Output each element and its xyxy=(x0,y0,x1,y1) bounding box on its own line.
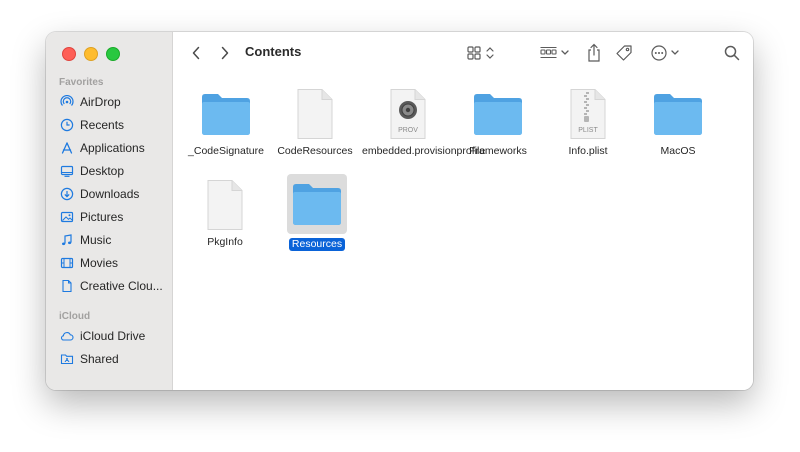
close-button[interactable] xyxy=(62,47,76,61)
file-item[interactable]: PLIST Info.plist xyxy=(543,87,633,158)
file-item-selected[interactable]: Resources xyxy=(272,174,362,251)
provisioning-profile-icon: PROV xyxy=(378,87,438,141)
toolbar: Contents xyxy=(173,32,753,74)
back-button[interactable] xyxy=(189,45,203,61)
file-item[interactable]: PROV embedded.provisionprofile xyxy=(362,87,486,158)
ellipsis-circle-icon xyxy=(651,45,679,61)
sidebar-item-desktop[interactable]: Desktop xyxy=(60,161,124,181)
sidebar-item-creative-cloud[interactable]: Creative Clou... xyxy=(60,276,163,296)
svg-text:PLIST: PLIST xyxy=(578,127,598,134)
document-icon xyxy=(285,87,345,141)
sidebar-item-recents[interactable]: Recents xyxy=(60,115,124,135)
desktop-icon xyxy=(60,164,74,178)
sidebar-item-label: AirDrop xyxy=(80,95,121,109)
favorites-header: Favorites xyxy=(59,77,104,88)
zoom-button[interactable] xyxy=(106,47,120,61)
tag-icon xyxy=(616,45,632,61)
sidebar-item-label: Pictures xyxy=(80,210,124,224)
sidebar-item-pictures[interactable]: Pictures xyxy=(60,207,123,227)
icon-grid-icon xyxy=(467,46,494,60)
sidebar-item-airdrop[interactable]: AirDrop xyxy=(60,92,121,112)
tags-button[interactable] xyxy=(614,43,634,63)
group-icon xyxy=(540,46,569,59)
cloud-icon xyxy=(60,329,74,343)
document-icon xyxy=(195,178,255,232)
file-name: embedded.provisionprofile xyxy=(362,145,486,157)
photo-icon xyxy=(60,210,74,224)
minimize-button[interactable] xyxy=(84,47,98,61)
window-title: Contents xyxy=(245,44,302,59)
icloud-header: iCloud xyxy=(59,311,91,322)
file-item[interactable]: PkgInfo xyxy=(180,178,270,249)
chevron-left-icon xyxy=(192,46,200,60)
clock-icon xyxy=(60,118,74,132)
sidebar-item-music[interactable]: Music xyxy=(60,230,111,250)
window-controls xyxy=(62,47,120,61)
airdrop-icon xyxy=(60,95,74,109)
file-name: _CodeSignature xyxy=(188,145,264,157)
shared-folder-icon xyxy=(60,352,74,366)
folder-icon xyxy=(468,87,528,141)
group-button[interactable] xyxy=(539,44,571,62)
search-button[interactable] xyxy=(722,43,742,63)
file-item[interactable]: _CodeSignature xyxy=(181,87,271,158)
view-mode-button[interactable] xyxy=(466,44,496,62)
file-item[interactable]: MacOS xyxy=(633,87,723,158)
document-icon xyxy=(60,279,74,293)
applications-icon xyxy=(60,141,74,155)
sidebar-item-label: Shared xyxy=(80,352,119,366)
file-name: PkgInfo xyxy=(207,236,243,248)
sidebar-item-label: iCloud Drive xyxy=(80,329,146,343)
sidebar-item-icloud-drive[interactable]: iCloud Drive xyxy=(60,326,145,346)
sidebar-item-applications[interactable]: Applications xyxy=(60,138,145,158)
svg-text:PROV: PROV xyxy=(398,127,418,134)
sidebar: Favorites AirDrop Recents Applications D… xyxy=(46,32,173,390)
film-icon xyxy=(60,256,74,270)
more-actions-button[interactable] xyxy=(650,43,682,63)
chevron-right-icon xyxy=(221,46,229,60)
sidebar-item-label: Movies xyxy=(80,256,119,270)
search-icon xyxy=(724,45,740,61)
file-name: Frameworks xyxy=(469,145,527,157)
music-note-icon xyxy=(60,233,74,247)
folder-icon xyxy=(287,174,347,234)
file-item[interactable]: CodeResources xyxy=(270,87,360,158)
file-name: Resources xyxy=(288,238,346,251)
share-button[interactable] xyxy=(585,42,603,64)
share-icon xyxy=(588,43,600,62)
sidebar-item-movies[interactable]: Movies xyxy=(60,253,118,273)
file-name: CodeResources xyxy=(277,145,353,157)
sidebar-item-label: Desktop xyxy=(80,164,125,178)
plist-file-icon: PLIST xyxy=(558,87,618,141)
finder-window: Favorites AirDrop Recents Applications D… xyxy=(46,32,753,390)
sidebar-item-label: Applications xyxy=(80,141,145,155)
sidebar-item-label: Downloads xyxy=(80,187,140,201)
content-area: Contents _CodeSignature CodeResources PR… xyxy=(173,32,753,390)
folder-icon xyxy=(196,87,256,141)
sidebar-item-label: Recents xyxy=(80,118,125,132)
file-name: MacOS xyxy=(660,145,696,157)
download-icon xyxy=(60,187,74,201)
sidebar-item-label: Music xyxy=(80,233,112,247)
sidebar-item-downloads[interactable]: Downloads xyxy=(60,184,139,204)
folder-icon xyxy=(648,87,708,141)
file-name: Info.plist xyxy=(568,145,608,157)
sidebar-item-label: Creative Clou... xyxy=(80,279,163,293)
file-item[interactable]: Frameworks xyxy=(453,87,543,158)
sidebar-item-shared[interactable]: Shared xyxy=(60,349,119,369)
forward-button[interactable] xyxy=(218,45,232,61)
